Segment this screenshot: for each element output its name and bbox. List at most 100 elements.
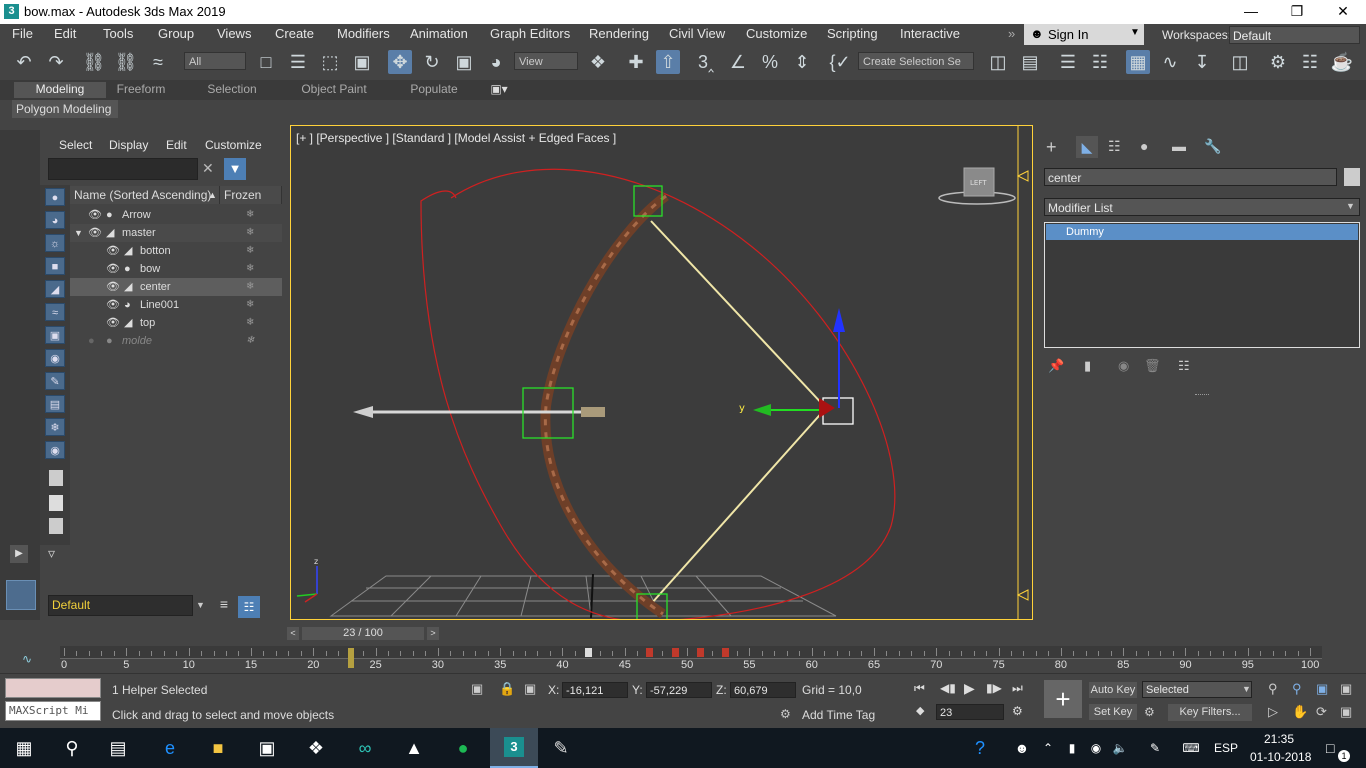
keyboard-shortcut-override-icon[interactable]: ⇧ <box>656 50 680 74</box>
display-hidden-icon[interactable]: ◉ <box>45 441 65 459</box>
layer-explorer-icon[interactable]: ☷ <box>1088 50 1112 74</box>
ribbon-options-icon[interactable]: ▣▾ <box>486 82 512 98</box>
schematic-view-icon[interactable]: ◫ <box>1228 50 1252 74</box>
display-groups-icon[interactable]: ▣ <box>45 326 65 344</box>
store-icon[interactable]: ▣ <box>247 732 287 764</box>
display-helpers-icon[interactable]: ◢ <box>45 280 65 298</box>
layers-icon[interactable]: ≡ <box>214 596 234 616</box>
z-coordinate-input[interactable]: 60,679 <box>730 682 796 698</box>
link-icon[interactable]: ⛓ <box>82 50 106 74</box>
render-production-icon[interactable]: ☕ <box>1330 50 1354 74</box>
ribbon-tab-populate[interactable]: Populate <box>404 82 464 98</box>
sign-in-box[interactable]: ☻ Sign In ▼ <box>1024 24 1144 45</box>
spotify-icon[interactable]: ● <box>443 732 483 764</box>
viewport-layout-icon[interactable] <box>6 580 36 610</box>
undo-icon[interactable]: ↶ <box>12 50 36 74</box>
zoom-extents-icon[interactable]: ▣ <box>1316 681 1328 697</box>
edit-named-selection-icon[interactable]: {✓ <box>828 50 852 74</box>
freeze-icon[interactable]: ❄ <box>246 224 254 242</box>
scene-row-botton[interactable]: 👁 ◢ botton ❄ <box>70 242 282 260</box>
display-cameras-icon[interactable]: ■ <box>45 257 65 275</box>
perspective-viewport[interactable]: [+ ] [Perspective ] [Standard ] [Model A… <box>290 125 1033 620</box>
display-lights-icon[interactable]: ☼ <box>45 234 65 252</box>
task-view-icon[interactable]: ▤ <box>98 732 138 764</box>
column-frozen-header[interactable]: Frozen <box>220 186 282 204</box>
column-name-header[interactable]: Name (Sorted Ascending) ▲ <box>70 186 220 204</box>
keyframe-marker[interactable] <box>697 648 704 657</box>
modify-tab-icon[interactable]: ◣ <box>1076 136 1098 158</box>
keyboard-icon[interactable]: ⌨ <box>1176 732 1206 764</box>
freeze-icon[interactable]: ❄ <box>246 206 254 224</box>
ribbon-panel-polygon-modeling[interactable]: Polygon Modeling <box>12 100 118 118</box>
restore-button[interactable]: ❐ <box>1274 0 1320 24</box>
display-space-warps-icon[interactable]: ≈ <box>45 303 65 321</box>
3dsmax-taskbar-button[interactable]: 3 <box>490 728 538 768</box>
hierarchy-icon[interactable]: ☷ <box>238 596 260 618</box>
network-icon[interactable]: ◉ <box>1086 732 1106 764</box>
input-language[interactable]: ESP <box>1214 741 1238 755</box>
redo-icon[interactable]: ↷ <box>44 50 68 74</box>
menu-civil-view[interactable]: Civil View <box>669 26 725 41</box>
align-icon[interactable]: ▤ <box>1018 50 1042 74</box>
reference-coord-dropdown[interactable]: View <box>514 52 578 70</box>
unity-icon[interactable]: ▲ <box>394 732 434 764</box>
battery-icon[interactable]: ▮ <box>1062 732 1082 764</box>
motion-tab-icon[interactable]: ● <box>1140 138 1160 156</box>
scene-row-master[interactable]: ▼ 👁 ◢ master ❄ <box>70 224 282 242</box>
keyframe-marker[interactable] <box>646 648 653 657</box>
scale-icon[interactable]: ▣ <box>452 50 476 74</box>
pan-icon[interactable]: ✋ <box>1292 704 1308 720</box>
display-shapes-icon[interactable]: ◕ <box>45 211 65 229</box>
visibility-eye-icon[interactable]: 👁 <box>106 296 120 314</box>
menu-graph-editors[interactable]: Graph Editors <box>490 26 570 41</box>
prev-frame-arrow-icon[interactable]: < <box>287 627 299 640</box>
filter-icon[interactable]: ▼ <box>224 158 246 180</box>
visibility-eye-icon[interactable]: 👁 <box>106 260 120 278</box>
create-tab-icon[interactable]: + <box>1046 138 1064 156</box>
ribbon-tab-modeling[interactable]: Modeling <box>14 82 106 98</box>
visibility-eye-icon[interactable]: 👁 <box>88 206 102 224</box>
placement-icon[interactable]: ◕ <box>484 50 508 74</box>
scene-row-bow[interactable]: 👁 ● bow ❄ <box>70 260 282 278</box>
set-key-button[interactable]: Set Key <box>1089 704 1137 720</box>
display-geometry-icon[interactable]: ● <box>45 188 65 206</box>
keyframe-marker[interactable] <box>585 648 592 657</box>
key-filters-button[interactable]: Key Filters... <box>1168 704 1252 721</box>
move-icon[interactable]: ✥ <box>388 50 412 74</box>
search-icon[interactable]: ⚲ <box>52 732 92 764</box>
freeze-icon[interactable]: ❄ <box>246 332 254 350</box>
orbit-icon[interactable]: ⟳ <box>1316 704 1327 720</box>
file-explorer-icon[interactable]: ■ <box>198 732 238 764</box>
key-mode-dropdown[interactable]: Selected <box>1142 681 1252 698</box>
pen-icon[interactable]: ✎ <box>1140 732 1170 764</box>
clear-search-icon[interactable]: ✕ <box>202 160 216 178</box>
scene-row-molde[interactable]: ● ● molde ❄ <box>70 332 282 350</box>
toggle-ribbon-icon[interactable]: ▦ <box>1126 50 1150 74</box>
show-end-result-icon[interactable]: ▮ <box>1084 358 1091 374</box>
paint-icon[interactable]: ✎ <box>541 732 581 764</box>
visibility-eye-icon[interactable]: 👁 <box>106 242 120 260</box>
menu-scripting[interactable]: Scripting <box>827 26 878 41</box>
scene-row-arrow[interactable]: 👁 ● Arrow ❄ <box>70 206 282 224</box>
time-tag-icon[interactable]: ⚙ <box>780 707 791 721</box>
volume-icon[interactable]: 🔈 <box>1110 732 1130 764</box>
menu-tools[interactable]: Tools <box>103 26 133 41</box>
maximize-viewport-icon[interactable]: ▣ <box>1340 704 1352 720</box>
clock-date[interactable]: 01-10-2018 <box>1250 750 1311 764</box>
unlink-icon[interactable]: ⛓ <box>114 50 138 74</box>
object-color-swatch[interactable] <box>1344 168 1360 186</box>
edge-browser-icon[interactable]: e <box>150 732 190 764</box>
track-bar[interactable] <box>60 646 1322 659</box>
zoom-extents-all-icon[interactable]: ▣ <box>1340 681 1352 697</box>
show-hidden-icons-icon[interactable]: ⌃ <box>1038 732 1058 764</box>
bind-space-warp-icon[interactable]: ≈ <box>146 50 170 74</box>
current-time-marker[interactable] <box>348 648 354 668</box>
scene-row-center[interactable]: 👁 ◢ center ❄ <box>70 278 282 296</box>
maxscript-input[interactable]: MAXScript Mi <box>5 701 101 721</box>
menu-rendering[interactable]: Rendering <box>589 26 649 41</box>
select-object-icon[interactable]: □ <box>254 50 278 74</box>
make-unique-icon[interactable]: ◉ <box>1118 358 1129 374</box>
keyframe-marker[interactable] <box>722 648 729 657</box>
filter-funnel-icon[interactable]: ▿ <box>48 545 66 563</box>
pin-stack-icon[interactable]: 📌 <box>1048 358 1064 374</box>
